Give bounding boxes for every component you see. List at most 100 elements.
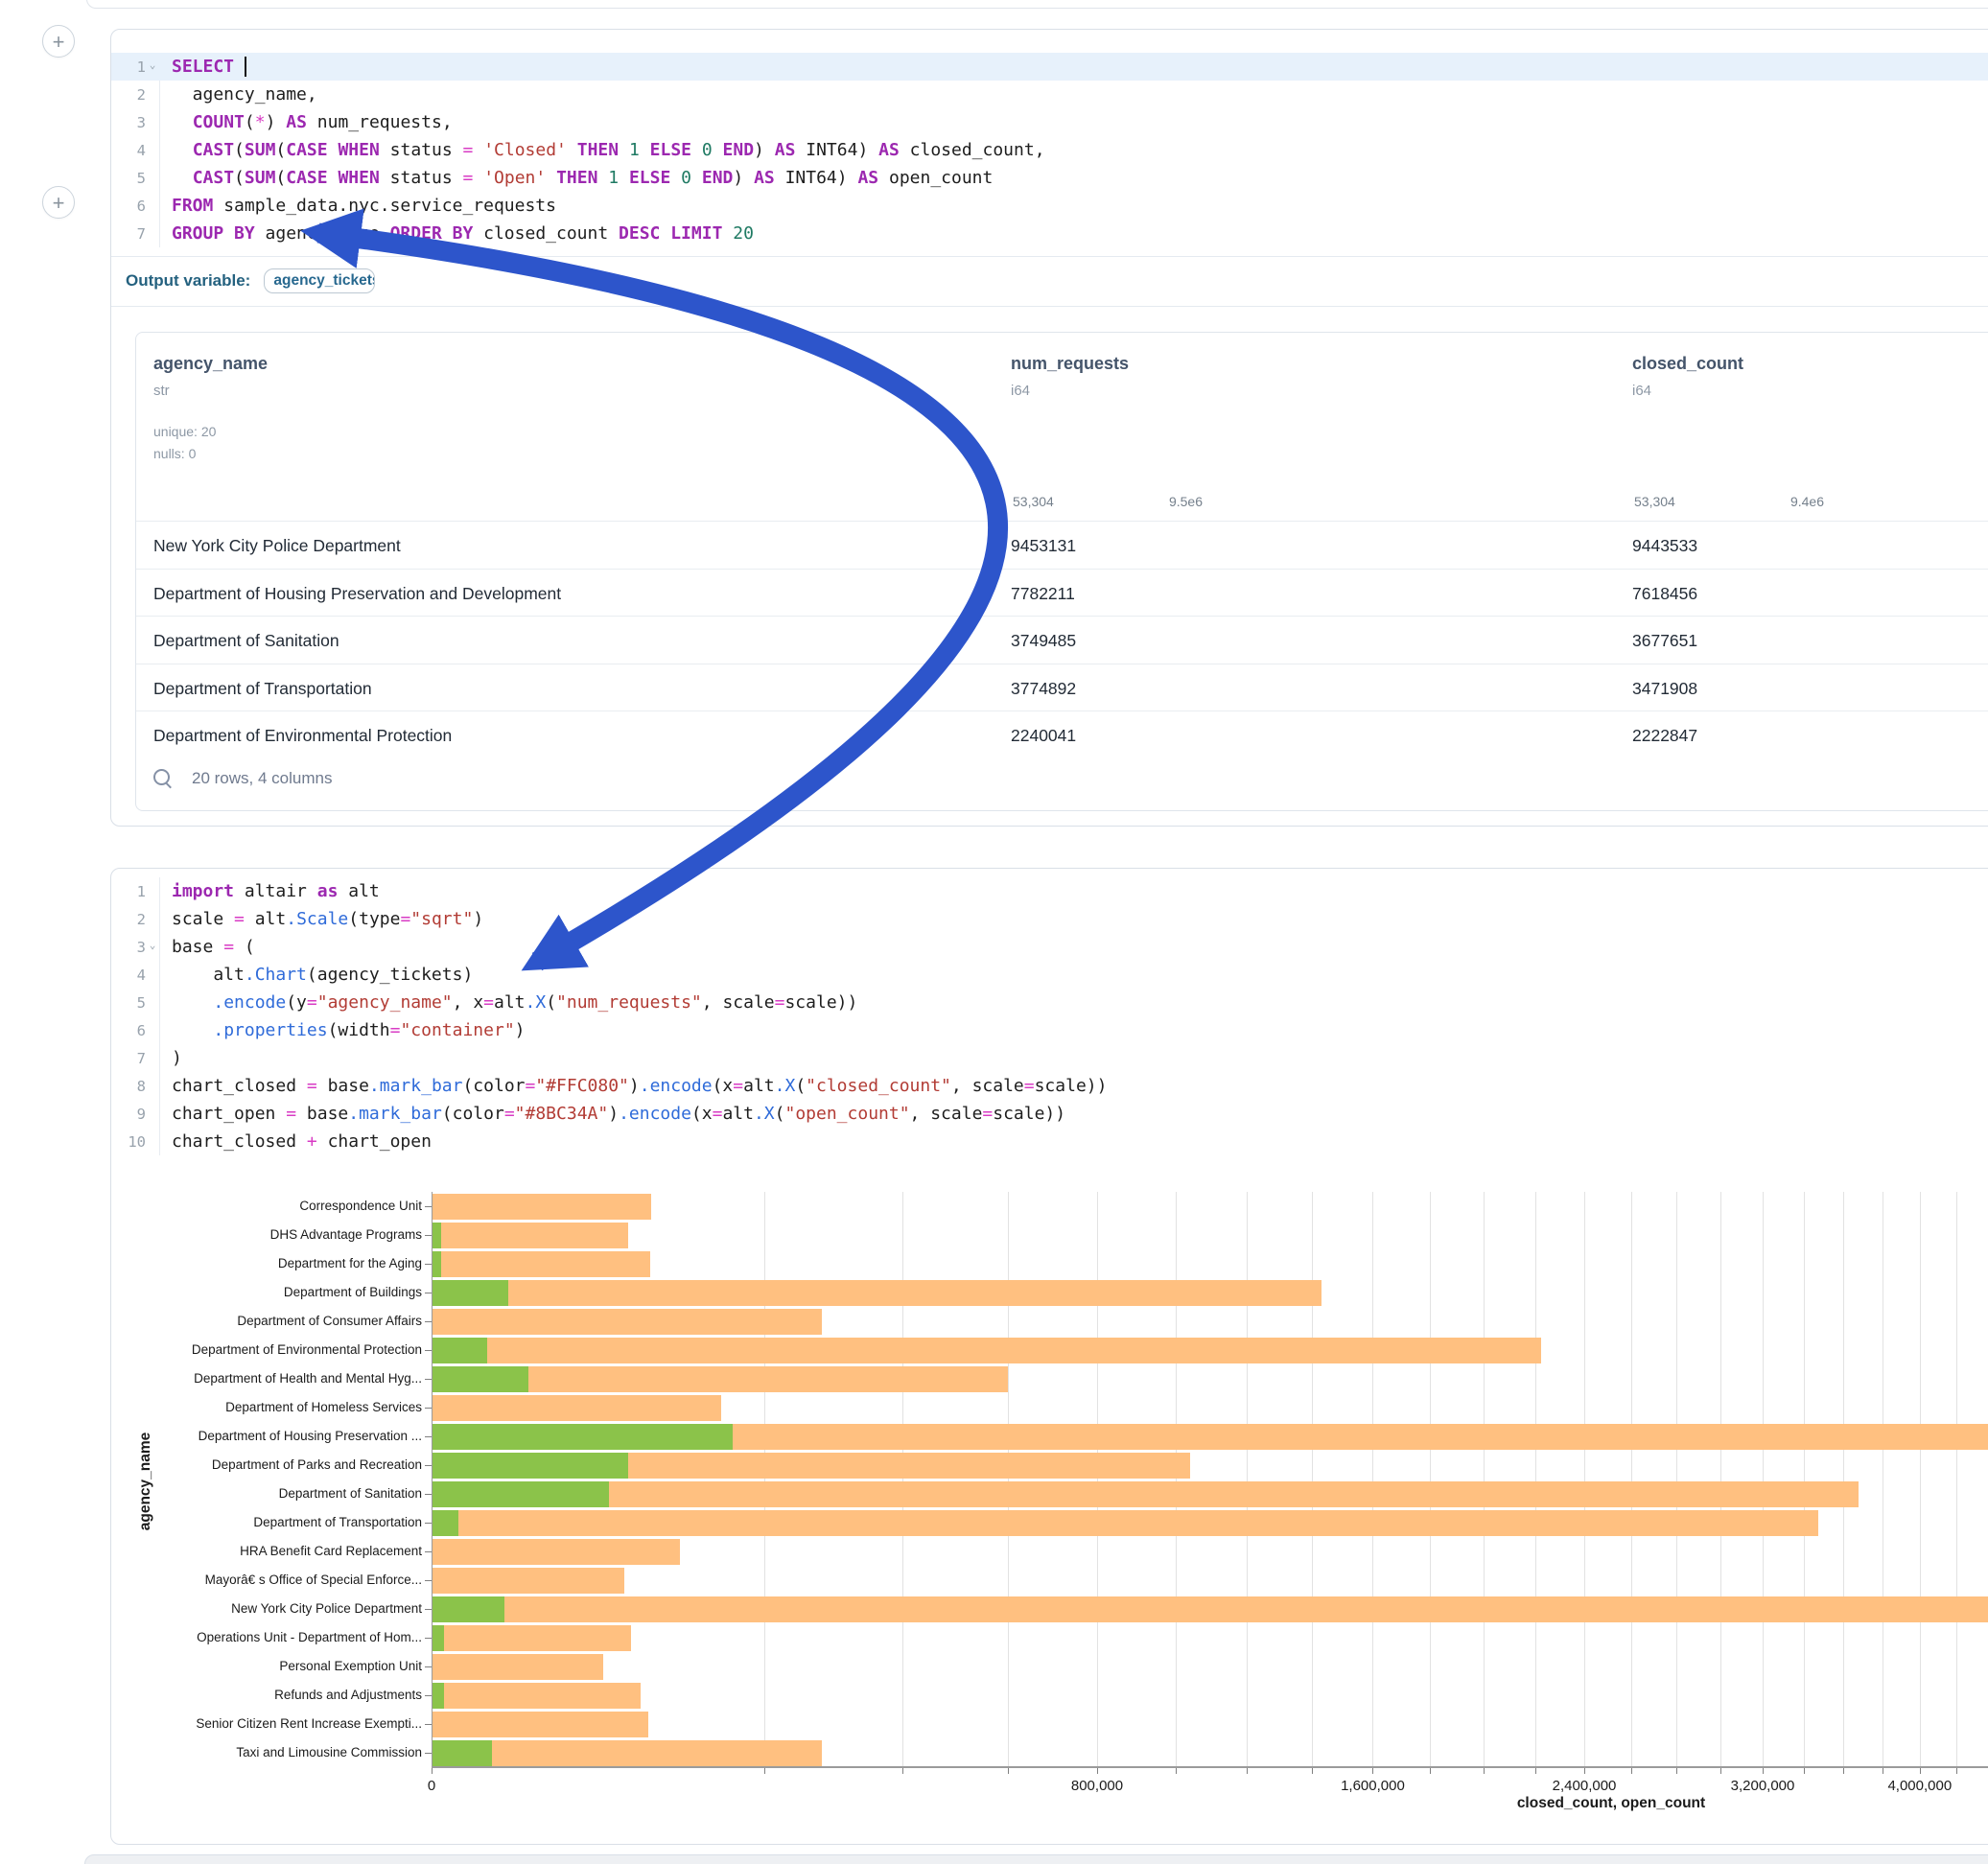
y-category-label: Refunds and Adjustments	[0, 1688, 422, 1702]
code-line: 1import altair as alt	[111, 877, 1988, 905]
x-axis-tick	[1008, 1767, 1009, 1774]
gridline	[1535, 1192, 1536, 1767]
hist-min-label: 53,304	[1634, 494, 1675, 509]
column-type: i64	[1632, 383, 1651, 399]
code-text: FROM sample_data.nyc.service_requests	[159, 196, 556, 216]
fold-chevron-icon[interactable]: ⌄	[146, 58, 159, 71]
gridline	[1676, 1192, 1677, 1767]
add-cell-button-middle[interactable]: +	[42, 186, 75, 219]
y-category-label: Department of Consumer Affairs	[0, 1314, 422, 1328]
table-cell: 2222847	[1632, 711, 1697, 759]
bar-closed-count	[433, 1223, 628, 1248]
line-number: 1	[111, 58, 146, 76]
gridline	[1763, 1192, 1764, 1767]
bar-open-count	[433, 1338, 487, 1363]
bar-closed-count	[433, 1683, 641, 1709]
y-axis-tick	[425, 1724, 432, 1725]
y-axis-tick	[425, 1523, 432, 1524]
code-line: 4 CAST(SUM(CASE WHEN status = 'Closed' T…	[111, 136, 1988, 164]
sql-code-editor[interactable]: 1⌄SELECT 2 agency_name,3 COUNT(*) AS num…	[111, 53, 1988, 247]
search-icon[interactable]	[153, 769, 173, 788]
add-cell-button-top[interactable]: +	[42, 25, 75, 58]
x-axis-title: closed_count, open_count	[1467, 1795, 1755, 1812]
y-axis-tick	[425, 1206, 432, 1207]
divider	[111, 256, 1988, 257]
table-cell: 3677651	[1632, 617, 1697, 664]
y-axis-tick	[425, 1551, 432, 1552]
bar-open-count	[433, 1424, 733, 1450]
table-row: Department of Housing Preservation and D…	[136, 569, 1988, 617]
x-tick-label: 3,200,000	[1705, 1778, 1820, 1794]
line-number: 2	[111, 911, 146, 928]
column-type: i64	[1011, 383, 1030, 399]
column-header: closed_count	[1632, 354, 1743, 374]
line-number: 9	[111, 1106, 146, 1123]
histogram-range-labels: 53,3049.4e6	[1634, 494, 1824, 509]
gridline	[1008, 1192, 1009, 1767]
code-text: CAST(SUM(CASE WHEN status = 'Open' THEN …	[159, 168, 993, 188]
bar-closed-count	[433, 1481, 1859, 1507]
code-text: )	[159, 1048, 182, 1068]
x-axis-tick	[1484, 1767, 1485, 1774]
y-category-label: HRA Benefit Card Replacement	[0, 1544, 422, 1558]
table-dimensions-label: 20 rows, 4 columns	[192, 769, 332, 788]
x-axis-tick	[902, 1767, 903, 1774]
x-axis-tick	[1956, 1767, 1957, 1774]
bar-closed-count	[433, 1568, 624, 1594]
gridline	[764, 1192, 765, 1767]
bar-open-count	[433, 1481, 609, 1507]
y-category-label: Department of Homeless Services	[0, 1400, 422, 1414]
y-category-label: Correspondence Unit	[0, 1199, 422, 1213]
code-text: chart_closed = base.mark_bar(color="#FFC…	[159, 1076, 1107, 1096]
output-variable-badge[interactable]: agency_tickets	[264, 268, 375, 293]
code-line: 3 COUNT(*) AS num_requests,	[111, 108, 1988, 136]
code-line: 4 alt.Chart(agency_tickets)	[111, 961, 1988, 989]
table-cell: New York City Police Department	[153, 522, 401, 570]
code-line: 6 .properties(width="container")	[111, 1016, 1988, 1044]
previous-cell-edge	[86, 0, 1988, 9]
bar-closed-count	[433, 1596, 1988, 1622]
x-tick-label: 1,600,000	[1315, 1778, 1430, 1794]
bar-closed-count	[433, 1251, 650, 1277]
x-axis-tick	[764, 1767, 765, 1774]
x-axis-tick	[1843, 1767, 1844, 1774]
gridline	[1631, 1192, 1632, 1767]
y-axis-tick	[425, 1695, 432, 1696]
table-row: Department of Environmental Protection 22…	[136, 711, 1988, 759]
bar-closed-count	[433, 1510, 1818, 1536]
y-axis-tick	[425, 1321, 432, 1322]
bar-open-count	[433, 1740, 492, 1766]
notebook-page: + + 1⌄SELECT 2 agency_name,3 COUNT(*) AS…	[0, 0, 1988, 1864]
code-line: 9chart_open = base.mark_bar(color="#8BC3…	[111, 1100, 1988, 1128]
gridline	[902, 1192, 903, 1767]
y-axis-tick	[425, 1609, 432, 1610]
y-axis-tick	[425, 1408, 432, 1409]
x-tick-label: 0	[374, 1778, 489, 1794]
line-number: 5	[111, 994, 146, 1012]
y-category-label: Department of Housing Preservation ...	[0, 1429, 422, 1443]
line-number: 5	[111, 170, 146, 187]
text-cursor	[245, 57, 246, 77]
gridline	[1720, 1192, 1721, 1767]
code-text: chart_closed + chart_open	[159, 1131, 432, 1152]
line-number: 6	[111, 1022, 146, 1039]
y-category-label: Department of Parks and Recreation	[0, 1457, 422, 1472]
code-line: 3⌄base = (	[111, 933, 1988, 961]
table-cell: Department of Environmental Protection	[153, 711, 452, 759]
code-text: CAST(SUM(CASE WHEN status = 'Closed' THE…	[159, 140, 1045, 160]
table-cell: Department of Transportation	[153, 664, 372, 712]
gridline	[1920, 1192, 1921, 1767]
y-category-label: Operations Unit - Department of Hom...	[0, 1630, 422, 1644]
python-code-editor[interactable]: 1import altair as alt2scale = alt.Scale(…	[111, 877, 1988, 1155]
code-line: 5 CAST(SUM(CASE WHEN status = 'Open' THE…	[111, 164, 1988, 192]
fold-chevron-icon[interactable]: ⌄	[146, 939, 159, 951]
y-category-label: Department for the Aging	[0, 1256, 422, 1270]
table-row: New York City Police Department945313194…	[136, 521, 1988, 570]
y-axis-tick	[425, 1580, 432, 1581]
x-axis-tick	[1247, 1767, 1248, 1774]
code-line: 1⌄SELECT	[111, 53, 1988, 81]
column-header: num_requests	[1011, 354, 1129, 374]
table-row: Department of Transportation377489234719…	[136, 664, 1988, 712]
table-cell: 7618456	[1632, 570, 1697, 617]
y-axis-tick	[425, 1264, 432, 1265]
